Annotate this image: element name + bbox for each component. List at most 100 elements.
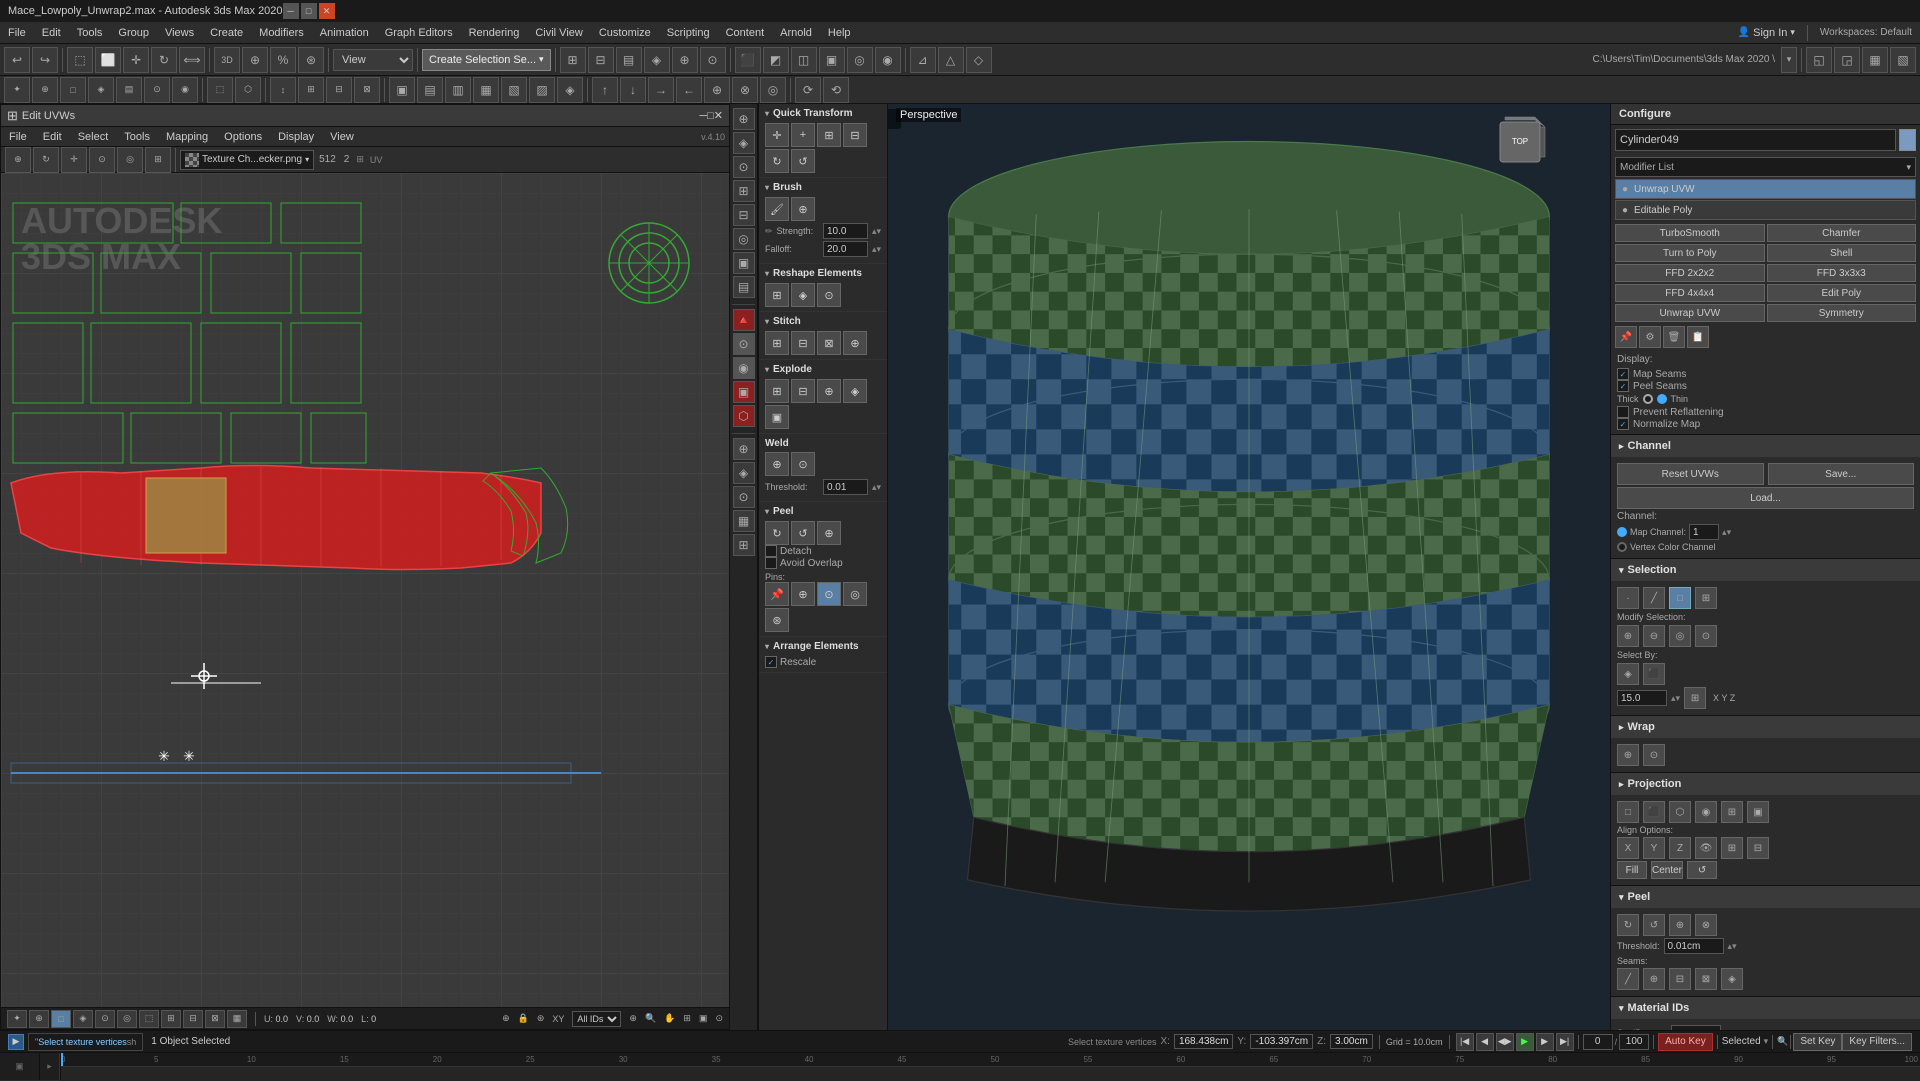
menu-help[interactable]: Help [820, 25, 859, 41]
pb-first[interactable]: |◀ [1456, 1033, 1474, 1051]
tb2-btn28[interactable]: ⟳ [795, 77, 821, 103]
tb-icon15[interactable]: ◇ [966, 47, 992, 73]
path-btn[interactable]: ▾ [1781, 47, 1797, 73]
menu-views[interactable]: Views [157, 25, 202, 41]
explode-icon4[interactable]: ◈ [843, 379, 867, 403]
thick-radio[interactable] [1643, 394, 1653, 404]
uv-tb-btn5[interactable]: ◎ [117, 147, 143, 173]
mod-btn-turbsmooth[interactable]: TurboSmooth [1615, 224, 1765, 242]
pin-icon1[interactable]: 📌 [765, 582, 789, 606]
channel-header[interactable]: ▸ Channel [1611, 435, 1920, 457]
peel-rp-header[interactable]: ▾ Peel [1611, 886, 1920, 908]
uv-lock-btn[interactable]: 🔒 [518, 1013, 529, 1024]
sel-threshold-spinner[interactable]: ▴▾ [1671, 693, 1680, 704]
modifier-list-dropdown[interactable]: Modifier List ▾ [1615, 157, 1916, 177]
uv-menu-options[interactable]: Options [216, 129, 270, 145]
sel-step-icon[interactable]: ⊞ [1684, 687, 1706, 709]
pin-icon2[interactable]: ⊕ [791, 582, 815, 606]
stitch-icon3[interactable]: ⊠ [817, 331, 841, 355]
uv-icon-uv[interactable]: UV [368, 155, 385, 165]
tb-icon1[interactable]: ⊞ [560, 47, 586, 73]
menu-file[interactable]: File [0, 25, 34, 41]
menu-group[interactable]: Group [110, 25, 157, 41]
tb2-btn16[interactable]: ▥ [445, 77, 471, 103]
uv-magnet-btn[interactable]: ⊛ [537, 1013, 545, 1024]
map-channel-input[interactable] [1689, 524, 1719, 540]
minimize-btn[interactable]: ─ [283, 3, 299, 19]
set-id-input[interactable] [1671, 1025, 1721, 1030]
tb2-btn20[interactable]: ◈ [557, 77, 583, 103]
peel-seams-check[interactable]: ✓ Peel Seams [1617, 380, 1914, 392]
uv-menu-file[interactable]: File [1, 129, 35, 145]
peel-seam-icon1[interactable]: ╱ [1617, 968, 1639, 990]
li-mat5[interactable]: ⬡ [733, 405, 755, 427]
sel-face-icon[interactable]: □ [1669, 587, 1691, 609]
map-channel-spinner[interactable]: ▴▾ [1722, 527, 1731, 538]
thin-radio[interactable] [1657, 394, 1667, 404]
pb-play-back[interactable]: ◀▶ [1496, 1033, 1514, 1051]
maximize-btn[interactable]: □ [301, 3, 317, 19]
uv-tool7[interactable]: ⬚ [139, 1010, 159, 1028]
stitch-header[interactable]: ▾ Stitch [765, 316, 881, 327]
uv-fit-btn[interactable]: ⊞ [683, 1013, 691, 1024]
menu-modifiers[interactable]: Modifiers [251, 25, 312, 41]
mod-btn-ffd2[interactable]: FFD 2x2x2 [1615, 264, 1765, 282]
close-btn[interactable]: ✕ [319, 3, 335, 19]
brush-icon2[interactable]: ⊕ [791, 197, 815, 221]
peel-thresh-spinner[interactable]: ▴▾ [1728, 941, 1737, 952]
tb-icon3[interactable]: ▤ [616, 47, 642, 73]
uv-ortho-btn[interactable]: ⊙ [715, 1013, 723, 1024]
sel-threshold-input[interactable] [1617, 690, 1667, 706]
set-id-spinner[interactable]: ▴▾ [1725, 1028, 1734, 1031]
move-btn[interactable]: ✛ [123, 47, 149, 73]
peel-rp-icon1[interactable]: ↻ [1617, 914, 1639, 936]
sel-edge-icon[interactable]: ╱ [1643, 587, 1665, 609]
li-mat1[interactable]: 🔺 [733, 309, 755, 331]
uv-tb-btn1[interactable]: ⊕ [5, 147, 31, 173]
rescale-check[interactable]: ✓ Rescale [765, 656, 881, 668]
tb2-btn6[interactable]: ⊙ [144, 77, 170, 103]
angle-snap-btn[interactable]: ⊕ [242, 47, 268, 73]
tb-icon9[interactable]: ◫ [791, 47, 817, 73]
uv-xyz-btn[interactable]: XY [552, 1014, 564, 1024]
tb2-btn22[interactable]: ↓ [620, 77, 646, 103]
li-mat3[interactable]: ◉ [733, 357, 755, 379]
pb-next-frame[interactable]: ▶ [1536, 1033, 1554, 1051]
save-btn[interactable]: Save... [1768, 463, 1915, 485]
align-icons4[interactable]: ⊞ [1721, 837, 1743, 859]
explode-icon1[interactable]: ⊞ [765, 379, 789, 403]
li-mat2[interactable]: ⊙ [733, 333, 755, 355]
peel-detach-check[interactable]: Detach [765, 545, 881, 557]
cmd-input[interactable]: "Select texture vertices sh [28, 1033, 143, 1051]
prevent-refl-check[interactable]: Prevent Reflattening [1617, 406, 1914, 418]
3d-viewport[interactable]: Perspective [888, 104, 1610, 1030]
tb2-btn26[interactable]: ⊗ [732, 77, 758, 103]
mod-eye1[interactable]: ● [1622, 184, 1628, 195]
menu-scripting[interactable]: Scripting [659, 25, 718, 41]
proj-cyl-icon[interactable]: ⬡ [1669, 801, 1691, 823]
fill-btn[interactable]: Fill [1617, 861, 1647, 879]
tb-icon13[interactable]: ⊿ [910, 47, 936, 73]
pb-last[interactable]: ▶| [1556, 1033, 1574, 1051]
peel-seam-icon5[interactable]: ◈ [1721, 968, 1743, 990]
load-btn[interactable]: Load... [1617, 487, 1914, 509]
selection-header[interactable]: ▾ Selection [1611, 559, 1920, 581]
wrap-icon1[interactable]: ⊕ [1617, 744, 1639, 766]
proj-box-icon[interactable]: ⬛ [1643, 801, 1665, 823]
rescale-cb[interactable]: ✓ [765, 656, 777, 668]
sel-vertex-icon[interactable]: · [1617, 587, 1639, 609]
projection-header[interactable]: ▸ Projection [1611, 773, 1920, 795]
tb2-btn15[interactable]: ▤ [417, 77, 443, 103]
view-dropdown[interactable]: View [333, 49, 413, 71]
uv-menu-edit[interactable]: Edit [35, 129, 70, 145]
tb-right2[interactable]: ◲ [1834, 47, 1860, 73]
mod-copy-icon[interactable]: 📋 [1687, 326, 1709, 348]
peel-seam-icon4[interactable]: ⊠ [1695, 968, 1717, 990]
pb-prev-frame[interactable]: ◀ [1476, 1033, 1494, 1051]
mod-btn-ffd4[interactable]: FFD 4x4x4 [1615, 284, 1765, 302]
tb2-btn13[interactable]: ⊠ [354, 77, 380, 103]
menu-customize[interactable]: Customize [591, 25, 659, 41]
mod-btn-symmetry[interactable]: Symmetry [1767, 304, 1917, 322]
falloff-input[interactable] [823, 241, 868, 257]
uv-tool10[interactable]: ⊠ [205, 1010, 225, 1028]
